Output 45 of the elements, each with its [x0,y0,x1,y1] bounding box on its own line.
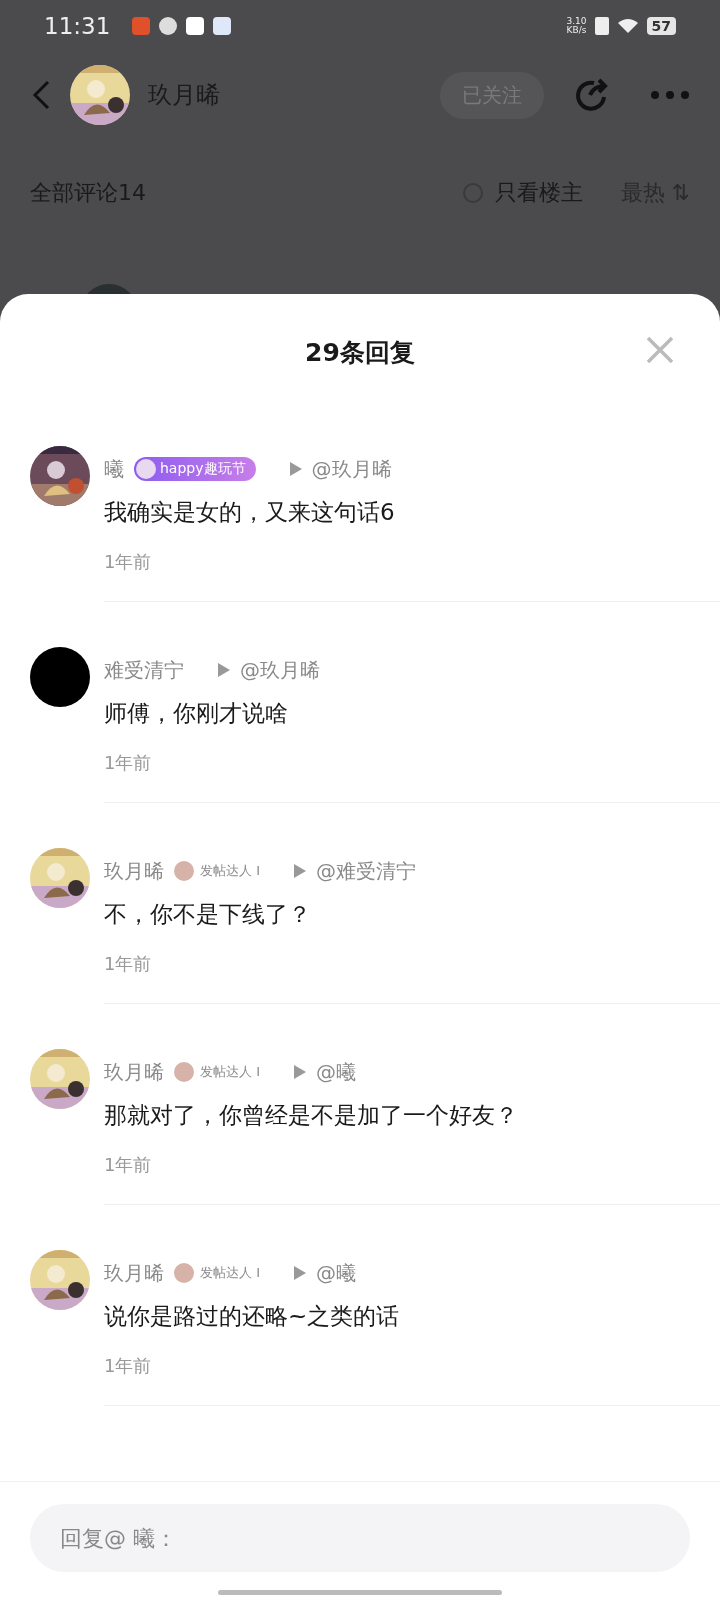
reply-arrow-icon [293,1065,306,1079]
event-badge: happy趣玩节 [134,457,256,481]
timestamp: 1年前 [104,952,153,976]
user-name[interactable]: 玖月晞 [104,857,164,885]
user-name[interactable]: 玖月晞 [104,1259,164,1287]
reply-text: 那就对了，你曾经是不是加了一个好友？ [104,1101,519,1130]
app-icon [132,17,151,35]
back-icon[interactable] [30,79,52,111]
reply-text: 我确实是女的，又来这句话6 [104,498,396,527]
timestamp: 1年前 [104,1354,153,1378]
reply-arrow-icon [293,1266,306,1280]
user-name[interactable]: 难受清宁 [104,656,184,684]
wifi-icon [616,18,639,34]
sim-icon [594,17,609,35]
reply-target[interactable]: @难受清宁 [315,857,416,885]
timestamp: 1年前 [104,751,153,775]
clock: 11:31 [44,13,111,39]
network-speed: 3.10 KB/s [566,17,587,35]
sheet-title: 29条回复 [305,336,415,369]
share-icon[interactable] [574,77,610,113]
reply-arrow-icon [293,864,306,878]
reply-text: 不，你不是下线了？ [104,900,312,929]
user-name[interactable]: 曦 [104,455,124,483]
title-badge: 发帖达人 I [174,1062,260,1082]
reply-target[interactable]: @曦 [315,1058,356,1086]
app-icon [186,17,205,35]
title-badge: 发帖达人 I [174,1263,260,1283]
timestamp: 1年前 [104,550,153,574]
reply-target[interactable]: @玖月晞 [311,455,392,483]
battery-icon: 57 [646,17,676,35]
close-icon[interactable] [646,336,674,364]
reply-arrow-icon [218,663,230,677]
title-badge: 发帖达人 I [174,861,260,881]
avatar[interactable] [30,647,90,707]
reply-target[interactable]: @玖月晞 [240,656,320,684]
reply-field[interactable]: 回复@ 曦： [30,1504,690,1572]
more-icon[interactable] [650,90,690,100]
reply-text: 师傅，你刚才说啥 [104,699,289,728]
reply-target[interactable]: @曦 [315,1259,356,1287]
app-icon [213,17,232,35]
app-icon [159,17,178,35]
reply-arrow-icon [289,462,302,476]
timestamp: 1年前 [104,1153,153,1177]
user-name[interactable]: 玖月晞 [104,1058,164,1086]
reply-text: 说你是路过的还略~之类的话 [104,1302,401,1331]
